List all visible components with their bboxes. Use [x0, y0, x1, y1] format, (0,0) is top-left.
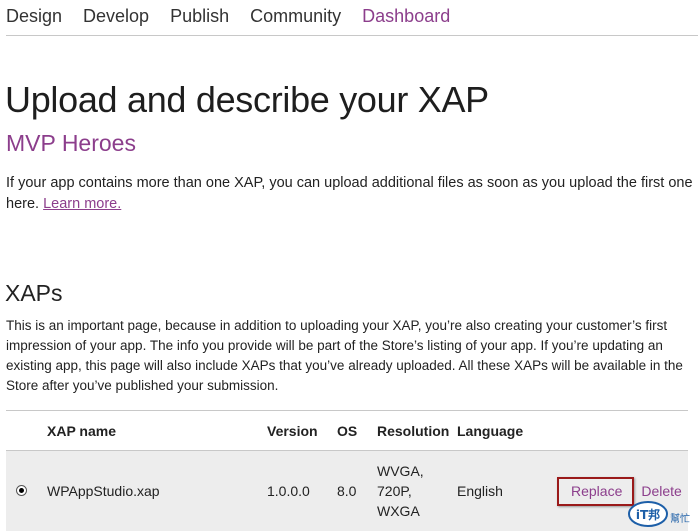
delete-link[interactable]: Delete	[641, 483, 681, 499]
resolution-wxga: WXGA	[377, 503, 420, 520]
header-language: Language	[457, 422, 524, 439]
row-select-cell	[6, 451, 47, 531]
table-header-row: XAP name Version OS Resolution Language	[6, 410, 688, 451]
xap-table: XAP name Version OS Resolution Language …	[6, 410, 688, 531]
nav-publish[interactable]: Publish	[170, 5, 229, 27]
learn-more-link[interactable]: Learn more.	[43, 196, 121, 212]
intro-text: If your app contains more than one XAP, …	[6, 173, 694, 215]
xap-actions: Replace Delete	[557, 451, 688, 531]
xap-name: WPAppStudio.xap	[47, 483, 160, 500]
nav-dashboard[interactable]: Dashboard	[362, 5, 450, 27]
header-actions	[557, 411, 688, 451]
header-version: Version	[267, 422, 318, 439]
xap-os: 8.0	[337, 483, 357, 500]
xap-select-radio[interactable]	[16, 485, 27, 497]
header-resolution: Resolution	[377, 422, 450, 439]
resolution-720p: 720P,	[377, 483, 412, 500]
nav-design[interactable]: Design	[6, 5, 62, 27]
nav-community[interactable]: Community	[250, 5, 341, 27]
xaps-description: This is an important page, because in ad…	[6, 318, 683, 393]
header-xap-name: XAP name	[47, 422, 116, 439]
top-nav: Design Develop Publish Community Dashboa…	[6, 0, 698, 36]
nav-develop[interactable]: Develop	[83, 5, 149, 27]
replace-button[interactable]: Replace	[557, 476, 635, 506]
xaps-section-title: XAPs	[5, 280, 63, 306]
header-os: OS	[337, 422, 358, 439]
xap-language: English	[457, 483, 503, 500]
xap-resolution: WVGA, 720P, WXGA	[377, 451, 457, 531]
header-select	[6, 411, 47, 451]
app-name: MVP Heroes	[6, 130, 136, 156]
table-row: WPAppStudio.xap 1.0.0.0 8.0 WVGA, 720P, …	[6, 450, 688, 531]
xap-version: 1.0.0.0	[267, 483, 310, 500]
page-title: Upload and describe your XAP	[5, 79, 489, 120]
page: Design Develop Publish Community Dashboa…	[0, 0, 698, 531]
resolution-wvga: WVGA,	[377, 463, 424, 480]
